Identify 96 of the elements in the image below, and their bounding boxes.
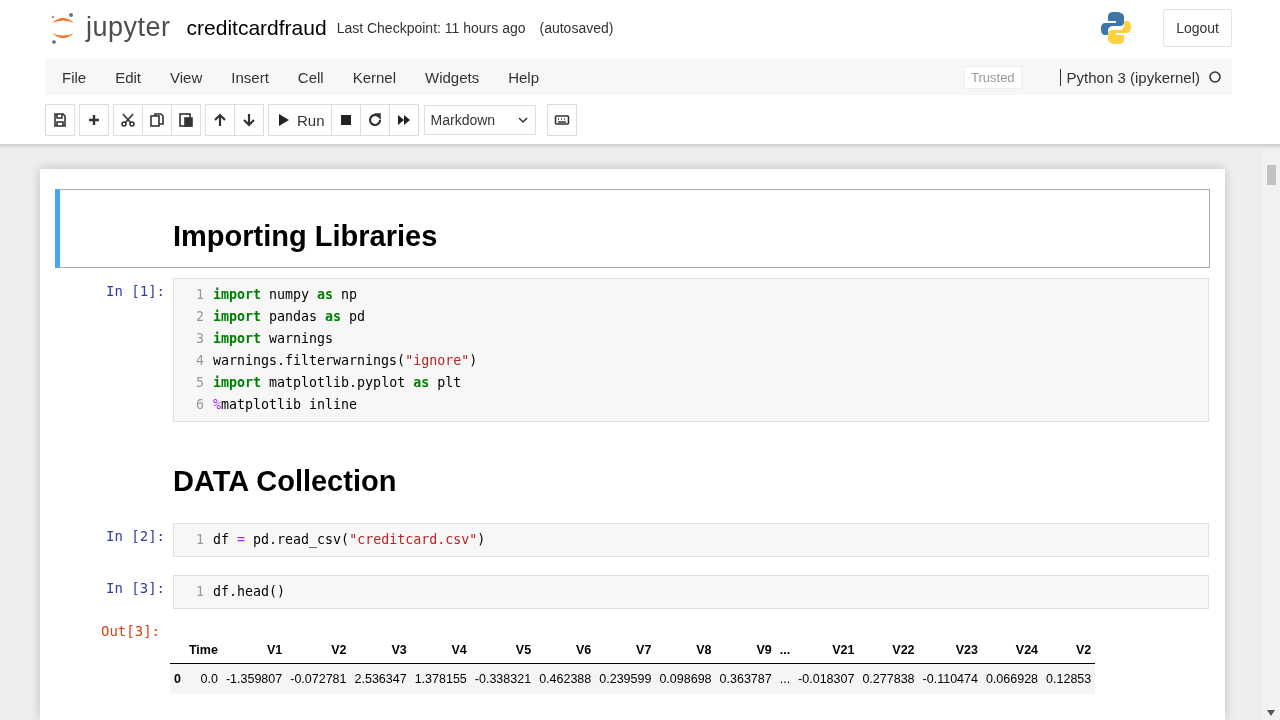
line-number: 5 (195, 374, 205, 392)
kernel-idle-icon (1208, 70, 1222, 84)
run-button[interactable]: Run (268, 104, 332, 136)
table-cell: 0.363787 (715, 663, 776, 694)
plus-icon (86, 112, 102, 128)
toolbar-button[interactable] (388, 104, 419, 136)
toolbar-button[interactable] (359, 104, 390, 136)
code-line: import warnings (213, 330, 334, 348)
table-cell: -0.338321 (470, 663, 536, 694)
clipboard-icon (178, 112, 194, 128)
menu-item[interactable]: Widgets (425, 68, 480, 86)
arrow-down-icon (241, 112, 257, 128)
line-number: 6 (195, 396, 205, 414)
scrollbar-thumb[interactable] (1266, 165, 1276, 185)
toolbar-button[interactable] (142, 104, 172, 136)
logout-button[interactable]: Logout (1163, 8, 1232, 47)
table-cell: 0.239599 (595, 663, 656, 694)
table-cell: 0.277838 (858, 663, 919, 694)
cell-type-dropdown[interactable]: Markdown (423, 105, 536, 135)
keyboard-icon (553, 112, 570, 128)
table-cell: 0.462388 (535, 663, 596, 694)
menu-item[interactable]: Cell (297, 68, 324, 86)
menu-item[interactable]: Kernel (352, 68, 396, 86)
line-number: 4 (195, 352, 205, 370)
toolbar-button[interactable] (45, 104, 75, 136)
arrow-up-icon (212, 112, 228, 128)
output-prompt: Out[3]: (100, 622, 161, 641)
column-header: V3 (350, 637, 411, 664)
chevron-down-icon (516, 114, 529, 126)
code-line: %matplotlib inline (213, 396, 358, 414)
column-header: V6 (535, 637, 596, 664)
table-cell: -1.359807 (221, 663, 287, 694)
scroll-down-arrow-icon[interactable] (1267, 710, 1275, 716)
column-header: V9 (715, 637, 776, 664)
column-header: V2 (1042, 637, 1096, 664)
column-header: V23 (918, 637, 982, 664)
code-line: import matplotlib.pyplot as plt (213, 374, 462, 392)
column-header: V22 (858, 637, 919, 664)
input-prompt: In [2]: (105, 527, 166, 546)
column-header: V4 (410, 637, 471, 664)
toolbar-button[interactable] (79, 104, 109, 136)
line-number: 1 (195, 531, 205, 549)
scissors-icon (120, 112, 136, 128)
toolbar-button[interactable] (546, 104, 577, 136)
code-line: df = pd.read_csv("creditcard.csv") (213, 531, 486, 550)
menu-item[interactable]: View (170, 68, 203, 86)
table-cell: 0.12853 (1042, 663, 1096, 694)
section-heading: Importing Libraries (173, 220, 439, 253)
column-header: ... (775, 637, 795, 664)
column-header: V24 (981, 637, 1043, 664)
code-line: import numpy as np (213, 286, 358, 304)
table-cell: -0.018307 (794, 663, 859, 694)
section-heading: DATA Collection (173, 465, 398, 498)
input-prompt: In [1]: (105, 282, 166, 301)
line-number: 1 (195, 286, 205, 304)
menu-item[interactable]: Insert (231, 68, 269, 86)
table-cell: 0.066928 (981, 663, 1043, 694)
line-number: 3 (195, 330, 205, 348)
table-cell: -0.072781 (286, 663, 351, 694)
toolbar-button[interactable] (113, 104, 143, 136)
column-header: V8 (655, 637, 716, 664)
column-header: V21 (794, 637, 859, 664)
code-line: warnings.filterwarnings("ignore") (213, 352, 478, 370)
toolbar-button[interactable] (205, 104, 235, 136)
table-cell: 0.098698 (655, 663, 716, 694)
logo-text: jupyter (86, 12, 171, 43)
notebook-name[interactable]: creditcardfraud (186, 15, 327, 40)
menu-item[interactable]: File (62, 68, 87, 86)
code-line: df.head() (213, 583, 286, 601)
checkpoint-text: Last Checkpoint: 11 hours ago (336, 19, 526, 36)
input-prompt: In [3]: (105, 579, 166, 598)
code-line: import pandas as pd (213, 308, 366, 326)
restart-icon (366, 112, 383, 128)
table-cell: 1.378155 (410, 663, 471, 694)
line-number: 2 (195, 308, 205, 326)
column-header: V2 (286, 637, 351, 664)
column-header: V5 (470, 637, 536, 664)
menu-item[interactable]: Help (508, 68, 540, 86)
kernel-name[interactable]: Python 3 (ipykernel) (1059, 68, 1200, 86)
table-cell: -0.110474 (918, 663, 982, 694)
column-header: Time (184, 637, 222, 664)
jupyter-logo-icon (50, 10, 76, 45)
autosave-status: (autosaved) (539, 19, 614, 36)
copy-icon (149, 112, 165, 128)
python-logo-icon (1101, 10, 1132, 45)
toolbar-button[interactable] (234, 104, 264, 136)
column-header: V7 (595, 637, 656, 664)
toolbar-button[interactable] (330, 104, 361, 136)
table-cell: 2.536347 (350, 663, 411, 694)
column-header: V1 (221, 637, 287, 664)
toolbar-button[interactable] (171, 104, 201, 136)
row-index: 0 (170, 663, 185, 694)
line-number: 1 (195, 583, 205, 601)
fast-forward-icon (395, 112, 412, 128)
menu-item[interactable]: Edit (115, 68, 142, 86)
save-icon (52, 112, 68, 128)
